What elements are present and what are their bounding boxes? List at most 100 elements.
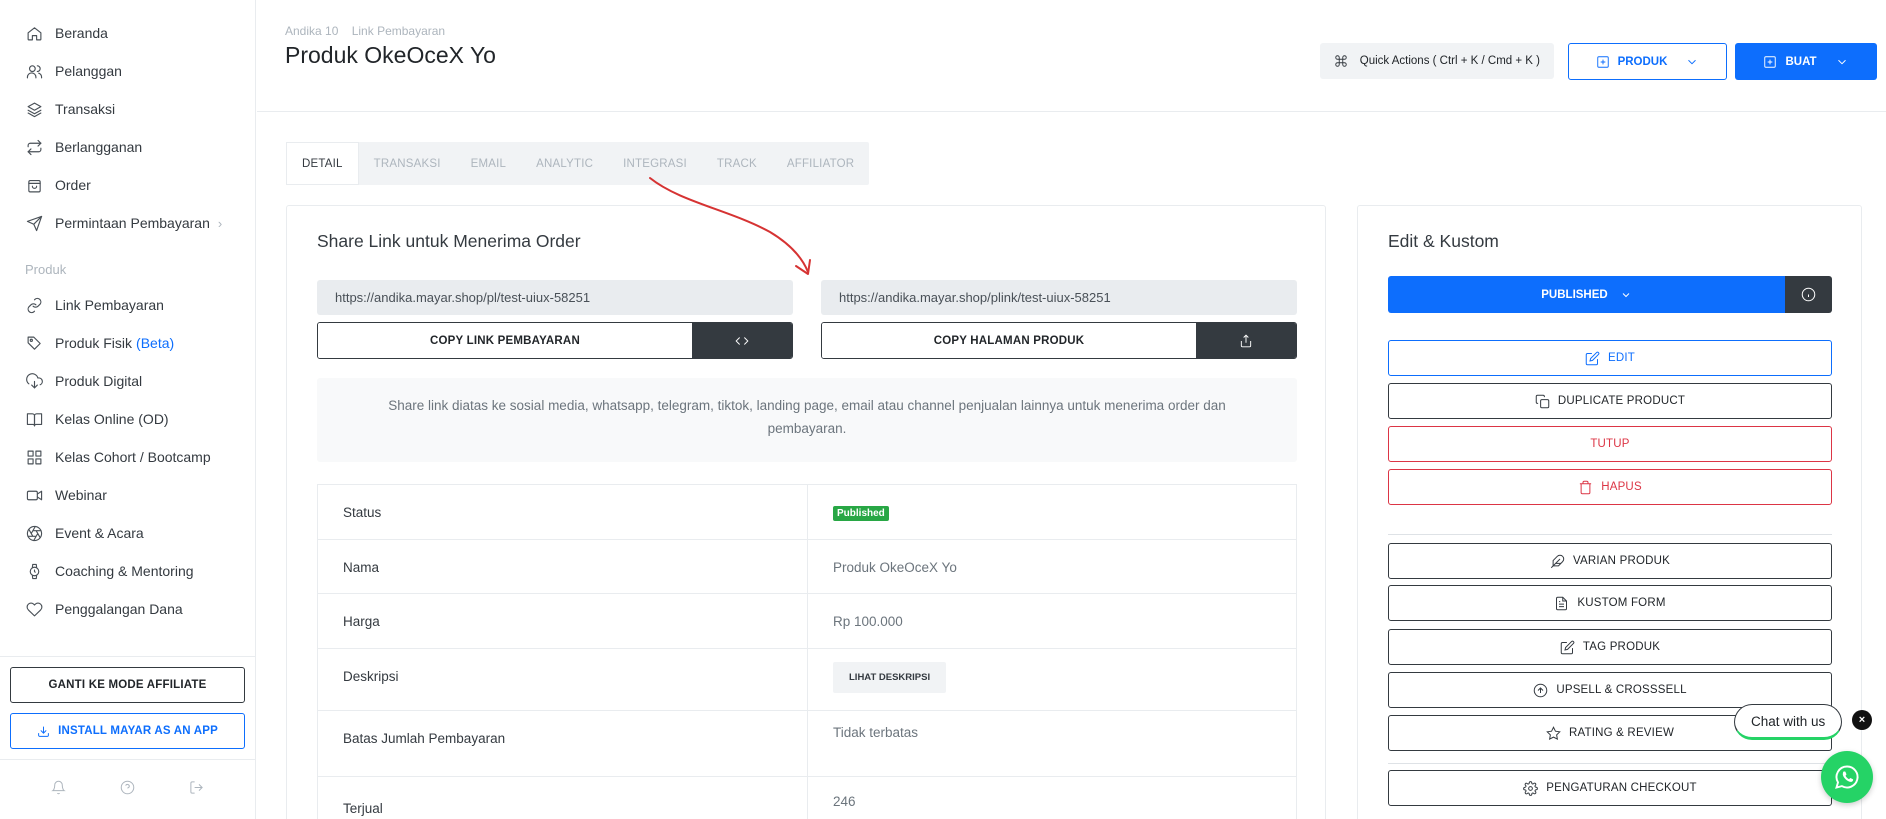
whatsapp-chat-button[interactable]	[1821, 751, 1873, 803]
page-title: Produk OkeOceX Yo	[285, 42, 496, 68]
file-text-icon	[1556, 596, 1568, 610]
sidebar-item-label: Kelas Cohort / Bootcamp	[55, 449, 211, 465]
product-detail-table: Status Published Nama Produk OkeOceX Yo …	[317, 484, 1297, 819]
copy-payment-link-group: COPY LINK PEMBAYARAN	[317, 322, 793, 359]
publish-info-button[interactable]	[1785, 276, 1832, 313]
published-dropdown-button[interactable]: PUBLISHED	[1388, 276, 1785, 313]
table-row: Terjual 246	[318, 777, 1296, 819]
logout-icon[interactable]	[189, 780, 204, 800]
sidebar-item-event[interactable]: Event & Acara	[0, 514, 255, 552]
star-icon	[1546, 725, 1561, 740]
install-app-button[interactable]: INSTALL MAYAR AS AN APP	[10, 713, 245, 749]
sidebar-item-produk-fisik[interactable]: Produk Fisik (Beta)	[0, 324, 255, 362]
sidebar-item-webinar[interactable]: Webinar	[0, 476, 255, 514]
chevron-down-icon	[1622, 292, 1630, 297]
info-icon	[1801, 287, 1816, 302]
sidebar-item-beranda[interactable]: Beranda	[0, 14, 255, 52]
deskripsi-label: Deskripsi	[318, 649, 808, 710]
help-icon[interactable]	[120, 780, 135, 800]
affiliate-mode-button[interactable]: GANTI KE MODE AFFILIATE	[10, 667, 245, 703]
plus-square-icon	[1596, 55, 1609, 68]
sidebar-section-produk: Produk	[25, 261, 67, 277]
tab-analytic[interactable]: ANALYTIC	[521, 142, 608, 185]
sidebar-item-label: Kelas Online (OD)	[55, 411, 169, 427]
tab-detail[interactable]: DETAIL	[286, 142, 359, 185]
sidebar-item-transaksi[interactable]: Transaksi	[0, 90, 255, 128]
gear-icon	[1523, 780, 1539, 796]
edit-icon	[1560, 640, 1575, 654]
buat-dropdown-button[interactable]: BUAT	[1735, 43, 1877, 80]
sidebar-item-coaching[interactable]: Coaching & Mentoring	[0, 552, 255, 590]
edit-icon	[1585, 351, 1600, 365]
sidebar-item-kelas-cohort[interactable]: Kelas Cohort / Bootcamp	[0, 438, 255, 476]
sidebar: Beranda Pelanggan Transaksi Berlangganan…	[0, 0, 256, 819]
varian-label: VARIAN PRODUK	[1573, 555, 1670, 567]
breadcrumb: Andika 10 Link Pembayaran	[285, 24, 445, 38]
tag-produk-button[interactable]: TAG PRODUK	[1388, 629, 1832, 665]
share-card-title: Share Link untuk Menerima Order	[317, 231, 581, 251]
quick-actions-button[interactable]: Quick Actions ( Ctrl + K / Cmd + K )	[1319, 43, 1554, 79]
edit-card-title: Edit & Kustom	[1388, 231, 1499, 251]
hapus-label: HAPUS	[1601, 481, 1642, 493]
divider	[1388, 534, 1832, 535]
edit-button[interactable]: EDIT	[1388, 340, 1832, 376]
hapus-button[interactable]: HAPUS	[1388, 469, 1832, 505]
heart-icon	[25, 600, 43, 618]
produk-dropdown-button[interactable]: PRODUK	[1568, 43, 1727, 80]
close-icon[interactable]: ×	[1852, 710, 1872, 730]
share-icon	[1240, 334, 1252, 347]
status-label: Status	[318, 485, 808, 539]
terjual-label: Terjual	[318, 777, 808, 819]
embed-code-button[interactable]	[692, 323, 792, 358]
copy-product-page-group: COPY HALAMAN PRODUK	[821, 322, 1297, 359]
copy-product-page-button[interactable]: COPY HALAMAN PRODUK	[822, 323, 1196, 358]
users-icon	[25, 62, 43, 80]
grid-icon	[25, 448, 43, 466]
bell-icon[interactable]	[51, 780, 66, 800]
sidebar-item-permintaan-pembayaran[interactable]: Permintaan Pembayaran ›	[0, 204, 255, 242]
product-link-field[interactable]: https://andika.mayar.shop/plink/test-uiu…	[821, 280, 1297, 315]
chat-with-us-bubble[interactable]: Chat with us	[1734, 704, 1843, 740]
tab-transaksi[interactable]: TRANSAKSI	[359, 142, 456, 185]
nama-value: Produk OkeOceX Yo	[833, 560, 957, 575]
breadcrumb-item[interactable]: Andika 10	[285, 24, 338, 38]
breadcrumb-item[interactable]: Link Pembayaran	[352, 24, 445, 38]
book-icon	[25, 410, 43, 428]
varian-produk-button[interactable]: VARIAN PRODUK	[1388, 543, 1832, 579]
tutup-button[interactable]: TUTUP	[1388, 426, 1832, 462]
trash-icon	[1580, 480, 1592, 494]
pengaturan-checkout-button[interactable]: PENGATURAN CHECKOUT	[1388, 770, 1832, 806]
table-row: Deskripsi LIHAT DESKRIPSI	[318, 649, 1296, 711]
sidebar-icon-row	[0, 759, 255, 819]
sidebar-item-pelanggan[interactable]: Pelanggan	[0, 52, 255, 90]
copy-payment-link-button[interactable]: COPY LINK PEMBAYARAN	[318, 323, 692, 358]
divider	[1388, 763, 1832, 764]
share-button[interactable]	[1196, 323, 1296, 358]
kustom-form-button[interactable]: KUSTOM FORM	[1388, 585, 1832, 621]
arrow-up-circle-icon	[1534, 683, 1548, 697]
lihat-deskripsi-button[interactable]: LIHAT DESKRIPSI	[833, 662, 947, 693]
tab-email[interactable]: EMAIL	[456, 142, 522, 185]
chevron-down-icon	[1688, 59, 1697, 64]
harga-value: Rp 100.000	[833, 614, 903, 629]
sidebar-item-kelas-online[interactable]: Kelas Online (OD)	[0, 400, 255, 438]
duplicate-product-button[interactable]: DUPLICATE PRODUCT	[1388, 383, 1832, 419]
annotation-arrow-icon	[649, 177, 811, 275]
feather-icon	[1550, 554, 1565, 568]
copy-icon	[1535, 394, 1550, 408]
page-header: Andika 10 Link Pembayaran Produk OkeOceX…	[257, 0, 1886, 112]
sidebar-item-link-pembayaran[interactable]: Link Pembayaran	[0, 286, 255, 324]
sidebar-item-produk-digital[interactable]: Produk Digital	[0, 362, 255, 400]
payment-link-field[interactable]: https://andika.mayar.shop/pl/test-uiux-5…	[317, 280, 793, 315]
command-icon	[1335, 55, 1347, 67]
buat-button-label: BUAT	[1785, 55, 1817, 68]
sidebar-item-order[interactable]: Order	[0, 166, 255, 204]
sidebar-item-berlangganan[interactable]: Berlangganan	[0, 128, 255, 166]
sidebar-item-label: Webinar	[55, 487, 107, 503]
upsell-crosssell-button[interactable]: UPSELL & CROSSSELL	[1388, 672, 1832, 708]
sidebar-item-label: Berlangganan	[55, 139, 143, 155]
duplicate-label: DUPLICATE PRODUCT	[1557, 395, 1686, 407]
table-row: Harga Rp 100.000	[318, 594, 1296, 649]
sidebar-item-label: Permintaan Pembayaran	[55, 215, 210, 231]
sidebar-item-penggalangan-dana[interactable]: Penggalangan Dana	[0, 590, 255, 628]
